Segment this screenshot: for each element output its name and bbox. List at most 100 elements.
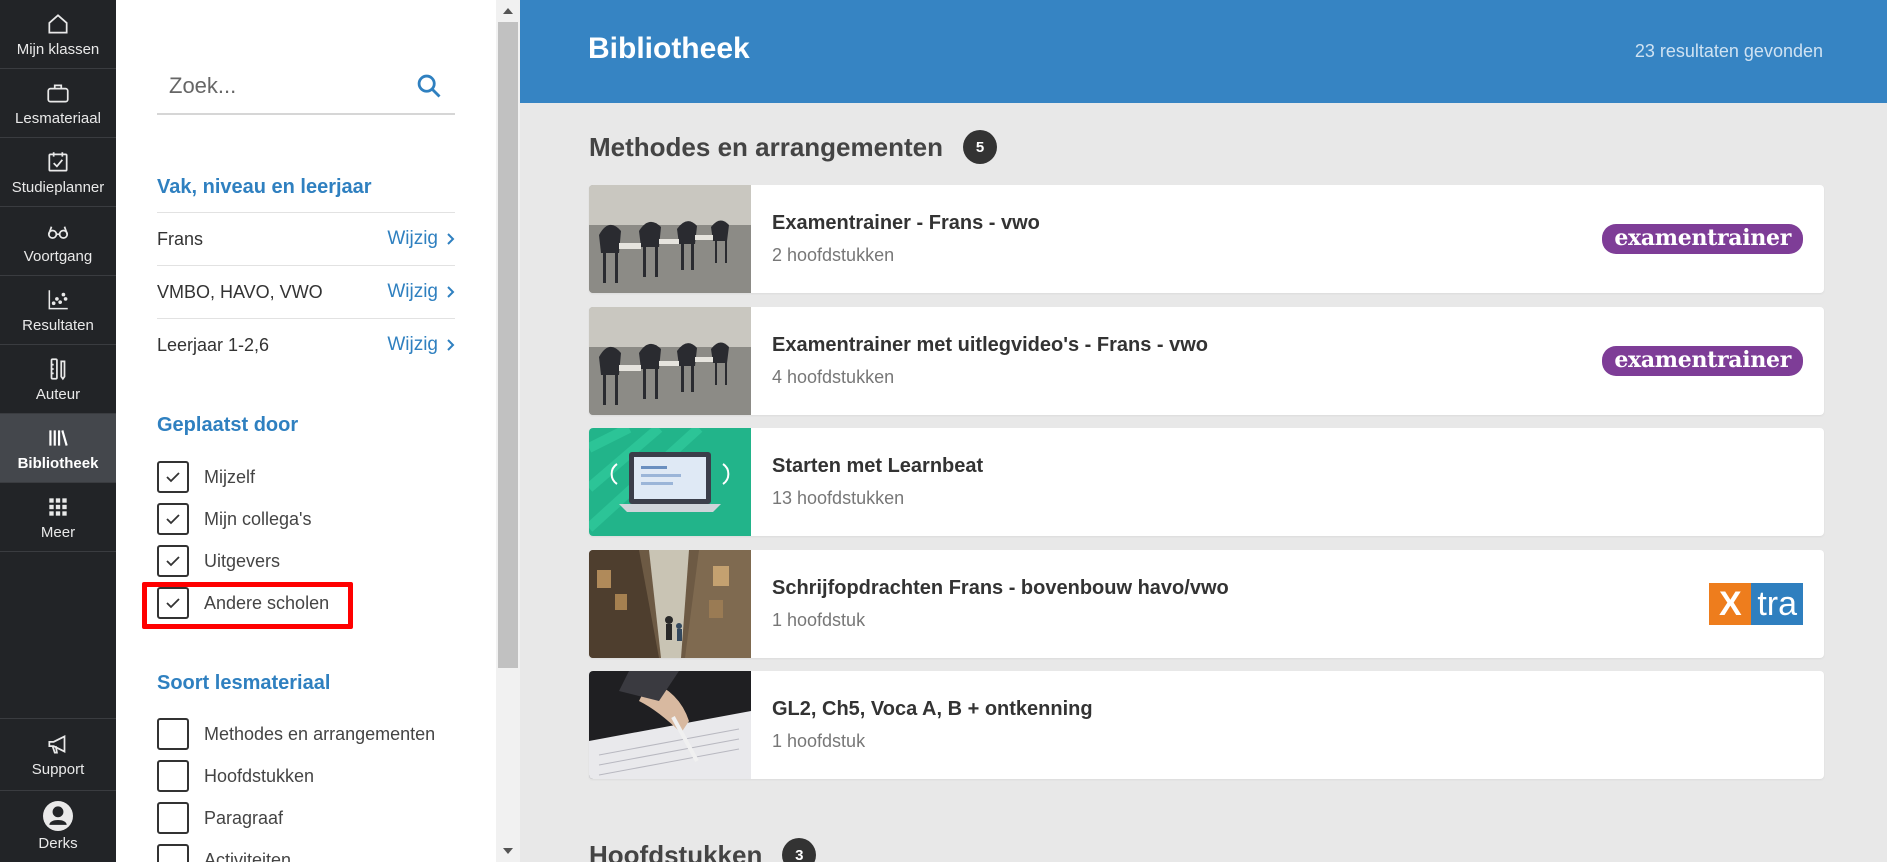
- checkbox-uitgevers[interactable]: Uitgevers: [157, 544, 280, 578]
- page-header: Bibliotheek 23 resultaten gevonden: [520, 0, 1887, 103]
- card-text: Schrijfopdrachten Frans - bovenbouw havo…: [772, 577, 1709, 631]
- result-card[interactable]: Examentrainer met uitlegvideo's - Frans …: [589, 307, 1824, 415]
- filter-value: Leerjaar 1-2,6: [157, 334, 270, 355]
- card-title: Examentrainer met uitlegvideo's - Frans …: [772, 334, 1208, 356]
- checkbox[interactable]: [157, 760, 189, 792]
- nav-item-voortgang[interactable]: Voortgang: [0, 207, 116, 276]
- wijzig-link[interactable]: Wijzig: [387, 334, 455, 356]
- checkbox-label: Methodes en arrangementen: [204, 723, 436, 744]
- card-thumbnail: [589, 550, 751, 658]
- main-navigation: Mijn klassen Lesmateriaal Studieplanner …: [0, 0, 116, 862]
- nav-label: Auteur: [35, 385, 81, 403]
- card-subtitle: 2 hoofdstukken: [772, 245, 895, 265]
- nav-label: Voortgang: [23, 247, 93, 265]
- section-title-soort: Soort lesmateriaal: [157, 672, 331, 694]
- search-icon[interactable]: [415, 72, 443, 100]
- checkbox[interactable]: [157, 461, 189, 493]
- count-badge: 3: [782, 838, 817, 862]
- examentrainer-logo: examentrainer: [1602, 224, 1803, 254]
- checkbox-mijzelf[interactable]: Mijzelf: [157, 460, 255, 494]
- filter-scrollbar[interactable]: [496, 0, 520, 862]
- card-title: Starten met Learnbeat: [772, 455, 984, 477]
- filter-value: VMBO, HAVO, VWO: [157, 281, 323, 302]
- grid-icon: [49, 497, 67, 516]
- card-thumbnail: [589, 185, 751, 293]
- page-title: Bibliotheek: [588, 32, 750, 65]
- section-title-vak: Vak, niveau en leerjaar: [157, 176, 372, 198]
- result-card[interactable]: Schrijfopdrachten Frans - bovenbouw havo…: [589, 550, 1824, 658]
- nav-label: Lesmateriaal: [15, 109, 101, 127]
- nav-label: Studieplanner: [11, 178, 105, 196]
- checkbox-methodes[interactable]: Methodes en arrangementen: [157, 717, 435, 751]
- filter-row-niveau: VMBO, HAVO, VWO Wijzig: [157, 265, 455, 318]
- checkmark-icon: [166, 556, 180, 567]
- search-input[interactable]: [169, 72, 389, 99]
- nav-item-bibliotheek[interactable]: Bibliotheek: [0, 414, 116, 483]
- nav-label: Derks: [38, 835, 78, 852]
- xtra-logo: X tra: [1709, 583, 1803, 625]
- card-text: GL2, Ch5, Voca A, B + ontkenning 1 hoofd…: [772, 698, 1824, 752]
- checkbox[interactable]: [157, 718, 189, 750]
- card-subtitle: 1 hoofdstuk: [772, 731, 866, 751]
- card-subtitle: 1 hoofdstuk: [772, 610, 866, 630]
- wijzig-link[interactable]: Wijzig: [387, 228, 455, 250]
- library-books-icon: [49, 429, 68, 446]
- scrollbar-thumb[interactable]: [498, 22, 518, 668]
- nav-item-auteur[interactable]: Auteur: [0, 345, 116, 414]
- scroll-down-arrow-icon[interactable]: [503, 848, 513, 854]
- result-card[interactable]: Examentrainer - Frans - vwo 2 hoofdstukk…: [589, 185, 1824, 293]
- filter-panel: Vak, niveau en leerjaar Frans Wijzig VMB…: [116, 0, 496, 862]
- checkbox-label: Mijn collega's: [204, 508, 312, 529]
- nav-item-user[interactable]: Derks: [0, 790, 116, 862]
- nav-item-studieplanner[interactable]: Studieplanner: [0, 138, 116, 207]
- chevron-right-icon: [447, 339, 455, 351]
- checkbox-paragraaf[interactable]: Paragraaf: [157, 801, 283, 835]
- xtra-logo-tra: tra: [1751, 583, 1803, 625]
- card-text: Examentrainer met uitlegvideo's - Frans …: [772, 334, 1602, 388]
- checkbox[interactable]: [157, 545, 189, 577]
- nav-item-support[interactable]: Support: [0, 718, 116, 790]
- count-badge: 5: [962, 130, 997, 164]
- checkbox-hoofdstukken[interactable]: Hoofdstukken: [157, 759, 314, 793]
- calendar-check-icon: [48, 151, 68, 172]
- nav-item-meer[interactable]: Meer: [0, 483, 116, 552]
- user-avatar-icon: [49, 806, 67, 825]
- checkbox[interactable]: [157, 844, 189, 862]
- checkbox-label: Activiteiten: [204, 849, 292, 862]
- avatar: [43, 801, 73, 831]
- card-thumbnail: [589, 428, 751, 536]
- scroll-up-arrow-icon[interactable]: [503, 8, 513, 14]
- card-thumbnail: [589, 671, 751, 779]
- card-text: Examentrainer - Frans - vwo 2 hoofdstukk…: [772, 212, 1602, 266]
- filter-value: Frans: [157, 228, 204, 249]
- megaphone-icon: [48, 735, 66, 754]
- highlight-box: [142, 582, 353, 629]
- group-title-label: Methodes en arrangementen: [589, 131, 943, 162]
- checkmark-icon: [166, 472, 180, 483]
- nav-item-mijn-klassen[interactable]: Mijn klassen: [0, 0, 116, 69]
- checkbox-mijn-collegas[interactable]: Mijn collega's: [157, 502, 311, 536]
- home-icon: [48, 13, 68, 34]
- checkbox[interactable]: [157, 503, 189, 535]
- nav-label: Mijn klassen: [16, 40, 100, 58]
- card-text: Starten met Learnbeat 13 hoofdstukken: [772, 455, 1824, 509]
- nav-item-lesmateriaal[interactable]: Lesmateriaal: [0, 69, 116, 138]
- nav-label: Resultaten: [22, 316, 94, 334]
- checkbox[interactable]: [157, 802, 189, 834]
- xtra-logo-x: X: [1709, 583, 1752, 625]
- wijzig-link[interactable]: Wijzig: [387, 281, 455, 303]
- nav-bottom: Support Derks: [0, 718, 116, 862]
- checkbox-activiteiten[interactable]: Activiteiten: [157, 843, 291, 862]
- result-card[interactable]: GL2, Ch5, Voca A, B + ontkenning 1 hoofd…: [589, 671, 1824, 779]
- scatter-chart-icon: [48, 289, 68, 309]
- briefcase-icon: [47, 84, 69, 103]
- card-title: GL2, Ch5, Voca A, B + ontkenning: [772, 698, 1093, 720]
- group-title-methodes: Methodes en arrangementen 5: [589, 130, 997, 164]
- examentrainer-logo: examentrainer: [1602, 346, 1803, 376]
- result-card[interactable]: Starten met Learnbeat 13 hoofdstukken: [589, 428, 1824, 536]
- chevron-right-icon: [447, 286, 455, 298]
- nav-label: Support: [31, 761, 85, 778]
- nav-item-resultaten[interactable]: Resultaten: [0, 276, 116, 345]
- search-box: [157, 58, 455, 115]
- group-title-hoofdstukken: Hoofdstukken 3: [589, 838, 817, 862]
